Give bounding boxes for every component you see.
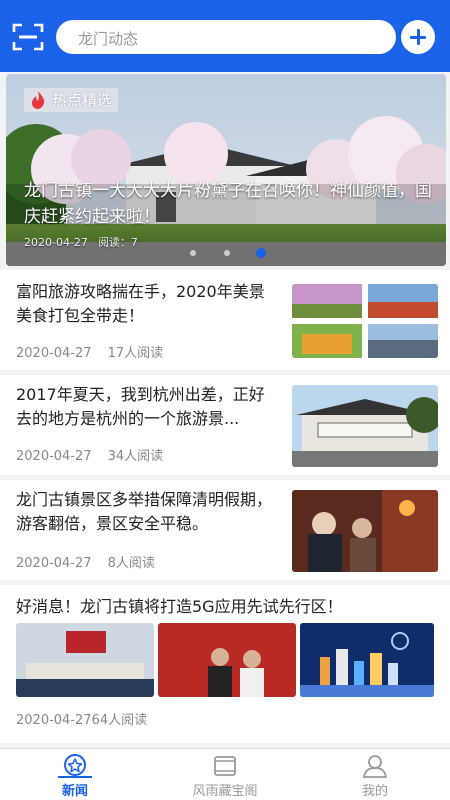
bottom-tab-bar: 新闻 风雨藏宝阁 我的 (0, 748, 450, 800)
news-card[interactable]: 好消息！龙门古镇将打造5G应用先试先行区！ 2020-04-2764人阅读 (0, 585, 450, 743)
banner-title[interactable]: 龙门古镇一大大大大片粉黛子在召唤你！神仙颜值，国庆赶紧约起来啦！ (24, 178, 434, 230)
news-date: 2020-04-27 (16, 346, 92, 361)
tab-label: 我的 (361, 784, 388, 799)
tab-treasure[interactable]: 风雨藏宝阁 (150, 749, 300, 800)
news-thumbnail[interactable] (292, 284, 438, 358)
tab-label: 风雨藏宝阁 (192, 784, 258, 799)
news-title[interactable]: 2017年夏天，我到杭州出差，正好去的地方是杭州的一个旅游景... (16, 383, 278, 431)
news-meta: 2020-04-2764人阅读 (16, 709, 163, 728)
tab-label: 新闻 (61, 784, 88, 799)
search-placeholder: 龙门动态 (78, 30, 139, 48)
tab-news[interactable]: 新闻 (0, 749, 150, 800)
news-title[interactable]: 龙门古镇景区多举措保障清明假期，游客翻倍，景区安全平稳。 (16, 488, 278, 536)
news-reads: 34人阅读 (107, 449, 164, 464)
news-date: 2020-04-27 (16, 556, 92, 571)
hot-tag-label: 热点精选 (52, 91, 113, 109)
banner-date: 2020-04-27 (24, 236, 88, 249)
news-reads: 8人阅读 (107, 556, 155, 571)
news-meta: 2020-04-27 8人阅读 (16, 552, 171, 571)
banner-meta: 2020-04-27 阅读：7 (24, 234, 148, 250)
news-card[interactable]: 富阳旅游攻略揣在手，2020年美景美食打包全带走！ 2020-04-27 17人阅… (0, 270, 450, 370)
search-input[interactable]: 龙门动态 (56, 20, 396, 54)
add-button[interactable] (401, 20, 435, 54)
news-card[interactable]: 龙门古镇景区多举措保障清明假期，游客翻倍，景区安全平稳。 2020-04-27 8… (0, 480, 450, 580)
news-thumbnail[interactable] (158, 623, 296, 697)
banner-reads: 阅读：7 (97, 236, 138, 249)
news-thumbnail[interactable] (16, 623, 154, 697)
news-thumbnail[interactable] (292, 385, 438, 467)
news-thumbnail[interactable] (292, 490, 438, 572)
news-date: 2020-04-27 (16, 713, 92, 728)
tab-active-indicator (58, 776, 92, 778)
news-title[interactable]: 好消息！龙门古镇将打造5G应用先试先行区！ (16, 595, 436, 619)
scroll-icon (214, 756, 236, 776)
scan-icon[interactable] (12, 22, 44, 52)
news-meta: 2020-04-27 17人阅读 (16, 342, 179, 361)
hot-banner-carousel[interactable]: 热点精选 龙门古镇一大大大大片粉黛子在召唤你！神仙颜值，国庆赶紧约起来啦！ 20… (6, 74, 446, 266)
tab-mine[interactable]: 我的 (300, 749, 450, 800)
top-app-bar: 龙门动态 (0, 0, 450, 72)
news-reads: 17人阅读 (107, 346, 164, 361)
carousel-dot[interactable] (190, 250, 196, 256)
news-date: 2020-04-27 (16, 449, 92, 464)
hot-tag: 热点精选 (24, 88, 119, 112)
carousel-dot[interactable] (224, 250, 230, 256)
news-meta: 2020-04-27 34人阅读 (16, 445, 179, 464)
carousel-dot-active[interactable] (256, 248, 266, 258)
news-reads: 64人阅读 (91, 713, 148, 728)
user-icon (362, 755, 388, 778)
news-thumbnail[interactable] (300, 623, 434, 697)
news-title[interactable]: 富阳旅游攻略揣在手，2020年美景美食打包全带走！ (16, 280, 278, 328)
news-card[interactable]: 2017年夏天，我到杭州出差，正好去的地方是杭州的一个旅游景... 2020-0… (0, 375, 450, 475)
flame-icon (32, 91, 45, 109)
